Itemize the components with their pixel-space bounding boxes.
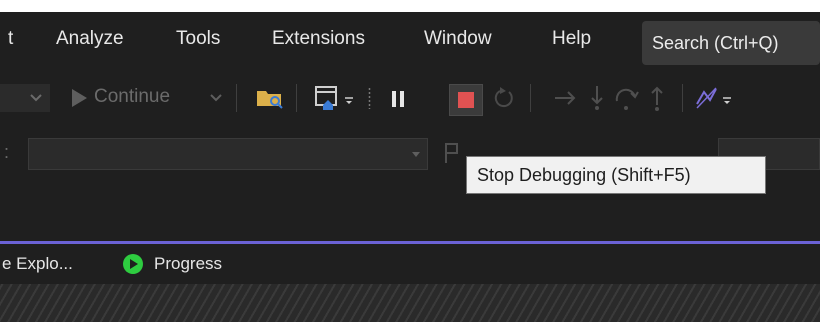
tool-window-tabs: e Explo... Progress <box>0 244 820 284</box>
menu-bar: t Analyze Tools Extensions Window Help S… <box>0 12 820 72</box>
config-combo[interactable] <box>0 84 50 112</box>
stop-debugging-button[interactable] <box>449 84 483 116</box>
folder-search-icon[interactable] <box>256 86 284 110</box>
step-over-icon[interactable] <box>614 87 640 111</box>
tab-progress[interactable]: Progress <box>154 254 222 274</box>
menu-item-tools[interactable]: Tools <box>176 28 220 50</box>
overflow-icon[interactable] <box>722 96 732 106</box>
progress-icon <box>123 254 143 274</box>
caret-down-icon <box>412 152 420 157</box>
chevron-down-icon[interactable] <box>30 94 42 102</box>
menu-item-analyze[interactable]: Analyze <box>56 28 124 50</box>
continue-button-label[interactable]: Continue <box>94 86 170 108</box>
code-map-icon[interactable] <box>694 86 720 110</box>
play-icon[interactable] <box>70 88 88 108</box>
menu-item-truncated[interactable]: t <box>8 28 13 50</box>
stop-icon <box>458 92 474 108</box>
stop-debugging-tooltip: Stop Debugging (Shift+F5) <box>466 156 766 194</box>
menu-item-window[interactable]: Window <box>424 28 492 50</box>
debug-toolbar: Continue <box>0 72 820 124</box>
row-colon: : <box>4 142 10 162</box>
toolbar-separator <box>236 84 237 112</box>
toolbar-separator <box>530 84 531 112</box>
menu-item-help[interactable]: Help <box>552 28 591 50</box>
step-into-icon[interactable] <box>590 85 604 111</box>
search-placeholder: Search (Ctrl+Q) <box>652 33 779 53</box>
top-edge <box>0 0 820 12</box>
window-home-icon[interactable] <box>314 85 340 111</box>
restart-icon[interactable] <box>492 86 516 110</box>
toolbar-separator <box>296 84 297 112</box>
chevron-down-icon[interactable] <box>210 94 222 102</box>
tooltip-text: Stop Debugging (Shift+F5) <box>477 165 691 185</box>
toolbar-separator <box>682 84 683 112</box>
menu-item-extensions[interactable]: Extensions <box>272 28 365 50</box>
pause-icon[interactable] <box>390 90 406 108</box>
flag-icon[interactable] <box>444 142 460 164</box>
overflow-icon[interactable] <box>344 96 354 106</box>
show-next-statement-icon[interactable] <box>554 89 578 107</box>
tab-explorer[interactable]: e Explo... <box>2 254 73 274</box>
hatched-panel-area <box>0 284 820 322</box>
step-out-icon[interactable] <box>650 85 664 111</box>
search-box[interactable]: Search (Ctrl+Q) <box>642 21 820 65</box>
toolbar-grip[interactable] <box>368 87 371 109</box>
thread-combo[interactable] <box>28 138 428 170</box>
